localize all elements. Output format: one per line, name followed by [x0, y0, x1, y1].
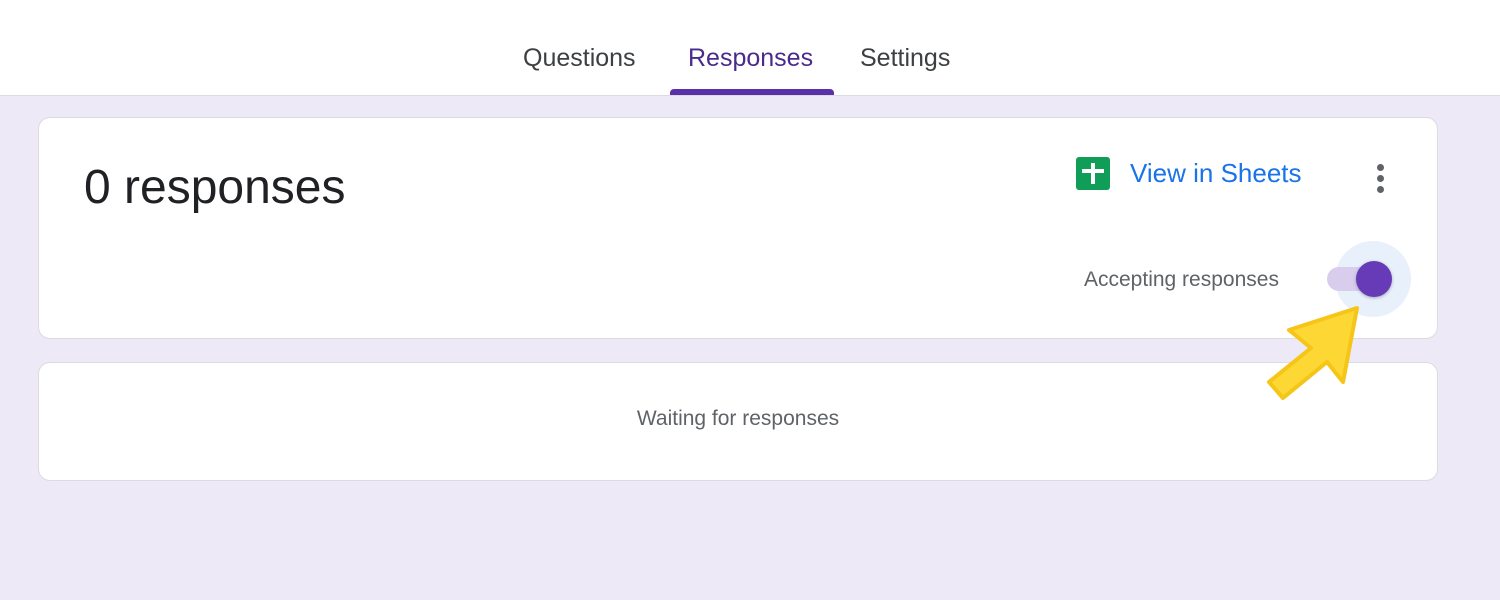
- more-vert-icon: [1376, 163, 1384, 171]
- active-tab-indicator: [670, 89, 834, 95]
- accepting-responses-toggle[interactable]: [1327, 241, 1411, 317]
- tab-responses[interactable]: Responses: [688, 44, 813, 73]
- pointer-arrow-icon: [1267, 306, 1359, 400]
- empty-state-card: Waiting for responses: [38, 362, 1438, 481]
- sheets-icon: [1076, 156, 1110, 190]
- view-in-sheets-button[interactable]: View in Sheets: [1076, 156, 1302, 190]
- view-in-sheets-label: View in Sheets: [1130, 157, 1302, 188]
- response-count: 0 responses: [84, 161, 346, 214]
- tab-questions[interactable]: Questions: [523, 44, 636, 73]
- more-options-button[interactable]: [1365, 158, 1395, 198]
- tab-settings[interactable]: Settings: [860, 44, 950, 73]
- toggle-knob[interactable]: [1356, 261, 1392, 297]
- waiting-message: Waiting for responses: [636, 407, 840, 430]
- accepting-responses-label: Accepting responses: [1084, 268, 1279, 291]
- responses-summary-card: 0 responses View in Sheets Accepting res…: [38, 117, 1438, 339]
- tab-bar: Questions Responses Settings: [0, 0, 1500, 96]
